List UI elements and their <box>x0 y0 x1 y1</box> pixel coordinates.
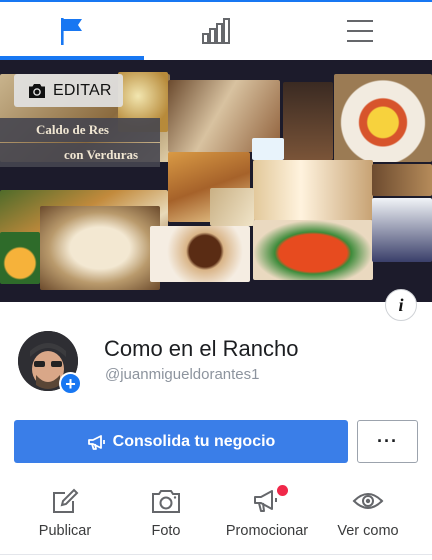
action-publish-label: Publicar <box>38 523 92 539</box>
edit-cover-label: EDITAR <box>53 81 112 99</box>
food-photo <box>334 74 432 162</box>
notification-dot <box>277 485 288 496</box>
food-photo <box>253 160 373 220</box>
page-title: Como en el Rancho <box>104 336 299 361</box>
flag-icon <box>61 18 82 45</box>
top-tab-bar <box>0 0 432 60</box>
cover-caption-2: con Verduras <box>0 143 160 167</box>
edit-cover-button[interactable]: EDITAR <box>14 74 123 107</box>
tab-menu[interactable] <box>288 2 432 60</box>
more-options-label: ··· <box>377 431 398 451</box>
food-photo <box>210 188 254 226</box>
tab-insights[interactable] <box>144 2 288 60</box>
camera-icon <box>152 490 180 513</box>
consolidate-business-label: Consolida tu negocio <box>112 432 276 450</box>
add-photo-button[interactable]: + <box>59 372 82 395</box>
cover-caption-1: Caldo de Res <box>0 118 160 142</box>
cover-caption-line1: Caldo de Res <box>36 122 109 137</box>
action-promote[interactable]: Promocionar <box>213 485 321 546</box>
page-username: @juanmigueldorantes1 <box>105 366 260 383</box>
action-publish[interactable]: Publicar <box>11 486 119 546</box>
action-photo[interactable]: Foto <box>112 486 220 546</box>
action-photo-label: Foto <box>151 523 181 539</box>
action-promote-label: Promocionar <box>225 523 309 539</box>
info-button[interactable]: i <box>385 289 417 321</box>
food-photo <box>283 82 333 160</box>
camera-icon <box>29 83 45 98</box>
food-photo <box>40 206 160 290</box>
bar-chart-icon <box>202 18 230 44</box>
action-view-as-label: Ver como <box>337 523 399 539</box>
hamburger-menu-icon <box>347 20 373 42</box>
food-photo <box>372 164 432 196</box>
info-icon: i <box>398 294 404 315</box>
edit-icon <box>53 488 79 513</box>
more-options-button[interactable]: ··· <box>357 420 418 463</box>
plus-icon: + <box>65 373 76 394</box>
food-photo <box>150 226 250 282</box>
consolidate-business-button[interactable]: Consolida tu negocio <box>14 420 348 463</box>
tab-page[interactable] <box>0 2 144 60</box>
cover-caption-line2: con Verduras <box>64 147 139 162</box>
food-photo <box>0 232 40 284</box>
food-photo <box>252 138 284 160</box>
eye-icon <box>352 493 384 509</box>
divider <box>0 554 432 555</box>
action-view-as[interactable]: Ver como <box>314 486 422 546</box>
food-photo <box>253 220 373 280</box>
food-photo <box>372 198 432 262</box>
megaphone-icon <box>87 434 105 450</box>
